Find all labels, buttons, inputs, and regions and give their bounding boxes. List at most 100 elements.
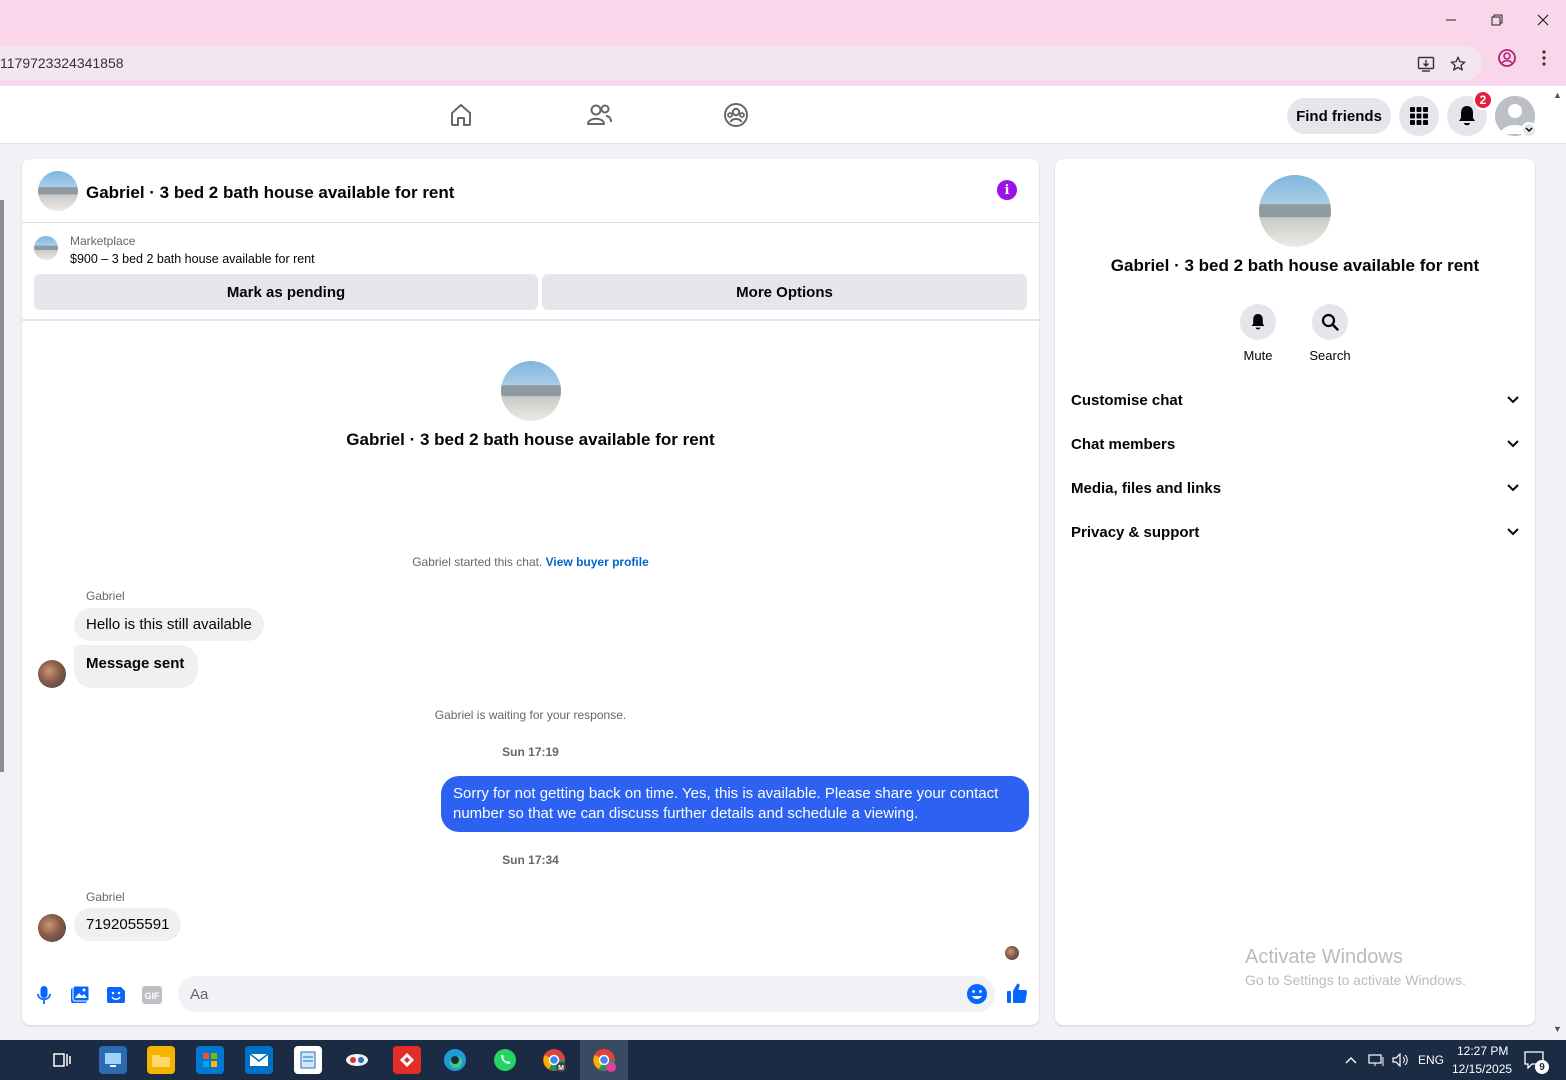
menu-grid-icon[interactable] bbox=[1399, 96, 1439, 136]
section-label: Customise chat bbox=[1071, 391, 1183, 409]
friends-icon[interactable] bbox=[584, 100, 614, 130]
address-bar[interactable]: 1179723324341858 bbox=[0, 46, 1482, 80]
incoming-message[interactable]: 7192055591 bbox=[74, 908, 182, 941]
emoji-icon[interactable] bbox=[966, 983, 988, 1005]
browser-toolbar: 1179723324341858 bbox=[0, 40, 1566, 86]
chevron-down-icon bbox=[1507, 396, 1519, 404]
snipping-tool-icon[interactable] bbox=[343, 1046, 371, 1074]
language-indicator[interactable]: ENG bbox=[1418, 1053, 1444, 1067]
install-app-icon[interactable] bbox=[1416, 54, 1436, 74]
section-privacy-support[interactable]: Privacy & support bbox=[1071, 510, 1519, 554]
chat-info-panel: Gabriel · 3 bed 2 bath house available f… bbox=[1055, 159, 1535, 1025]
left-scrollbar[interactable] bbox=[0, 200, 4, 772]
sender-name: Gabriel bbox=[86, 890, 125, 904]
chat-title[interactable]: Gabriel · 3 bed 2 bath house available f… bbox=[86, 183, 454, 203]
mark-as-pending-button[interactable]: Mark as pending bbox=[34, 274, 538, 310]
chat-thumbnail[interactable] bbox=[38, 171, 78, 211]
sticker-icon[interactable] bbox=[104, 983, 128, 1007]
conversation-title: Gabriel · 3 bed 2 bath house available f… bbox=[346, 430, 715, 449]
gif-icon[interactable]: GIF bbox=[140, 983, 164, 1007]
divider bbox=[22, 319, 1039, 321]
svg-text:GIF: GIF bbox=[145, 991, 161, 1001]
notification-count-badge: 2 bbox=[1473, 90, 1493, 110]
chevron-down-icon bbox=[1507, 528, 1519, 536]
chrome-active-icon[interactable] bbox=[590, 1046, 618, 1074]
show-hidden-icons-chevron-icon[interactable] bbox=[1341, 1046, 1361, 1074]
section-customise-chat[interactable]: Customise chat bbox=[1071, 378, 1519, 422]
microphone-icon[interactable] bbox=[32, 983, 56, 1007]
seen-indicator-avatar bbox=[1005, 946, 1019, 960]
groups-icon[interactable] bbox=[721, 100, 751, 130]
edge-icon[interactable] bbox=[441, 1046, 469, 1074]
activate-windows-subtitle: Go to Settings to activate Windows. bbox=[1245, 972, 1466, 988]
activate-windows-title: Activate Windows bbox=[1245, 946, 1403, 968]
message-input-wrapper bbox=[178, 976, 995, 1012]
info-icon[interactable]: i bbox=[997, 180, 1017, 200]
sender-name: Gabriel bbox=[86, 589, 125, 603]
minimize-icon[interactable] bbox=[1428, 0, 1474, 40]
sender-avatar[interactable] bbox=[38, 914, 66, 942]
facebook-top-nav: Find friends bbox=[0, 86, 1566, 144]
whatsapp-icon[interactable] bbox=[491, 1046, 519, 1074]
section-label: Media, files and links bbox=[1071, 479, 1222, 497]
sender-avatar[interactable] bbox=[38, 660, 66, 688]
scroll-down-arrow-icon[interactable]: ▼ bbox=[1553, 1024, 1562, 1034]
chevron-down-icon bbox=[1507, 440, 1519, 448]
computer-icon[interactable] bbox=[99, 1046, 127, 1074]
notepad-icon[interactable] bbox=[294, 1046, 322, 1074]
section-chat-members[interactable]: Chat members bbox=[1071, 422, 1519, 466]
bell-icon bbox=[1240, 304, 1276, 340]
mute-label: Mute bbox=[1243, 348, 1273, 363]
section-media-files-links[interactable]: Media, files and links bbox=[1071, 466, 1519, 510]
home-icon[interactable] bbox=[446, 100, 476, 130]
account-dropdown-chevron-icon[interactable] bbox=[1521, 122, 1537, 138]
chrome-profile-m-icon[interactable]: M bbox=[540, 1046, 568, 1074]
file-explorer-icon[interactable] bbox=[147, 1046, 175, 1074]
more-options-button[interactable]: More Options bbox=[542, 274, 1027, 310]
section-label: Chat members bbox=[1071, 435, 1176, 453]
store-icon[interactable] bbox=[196, 1046, 224, 1074]
message-input[interactable] bbox=[190, 976, 950, 1012]
svg-text:M: M bbox=[558, 1065, 564, 1072]
search-button[interactable]: Search bbox=[1300, 304, 1360, 363]
network-icon[interactable] bbox=[1366, 1046, 1388, 1074]
mute-button[interactable]: Mute bbox=[1228, 304, 1288, 363]
windows-taskbar: M ENG 12:27 PM 12/15/2025 9 bbox=[0, 1040, 1566, 1080]
restore-icon[interactable] bbox=[1474, 0, 1520, 40]
info-avatar[interactable] bbox=[1259, 175, 1331, 247]
incoming-message[interactable]: Message sent bbox=[74, 645, 199, 688]
mail-icon[interactable] bbox=[245, 1046, 273, 1074]
like-thumb-icon[interactable] bbox=[1005, 981, 1029, 1005]
outgoing-message[interactable]: Sorry for not getting back on time. Yes,… bbox=[441, 776, 1029, 832]
anydesk-icon[interactable] bbox=[393, 1046, 421, 1074]
timestamp: Sun 17:19 bbox=[502, 745, 559, 759]
clock-time[interactable]: 12:27 PM bbox=[1457, 1044, 1508, 1058]
listing-thumbnail[interactable] bbox=[34, 236, 58, 260]
view-buyer-profile-link[interactable]: View buyer profile bbox=[546, 555, 649, 569]
search-icon bbox=[1312, 304, 1348, 340]
profile-icon[interactable] bbox=[1497, 48, 1517, 68]
conversation-avatar bbox=[501, 361, 561, 421]
bookmark-star-icon[interactable] bbox=[1448, 54, 1468, 74]
message-composer: GIF bbox=[22, 969, 1039, 1025]
chevron-down-icon bbox=[1507, 484, 1519, 492]
clock-date[interactable]: 12/15/2025 bbox=[1452, 1062, 1512, 1076]
browser-menu-icon[interactable] bbox=[1534, 48, 1554, 68]
volume-icon[interactable] bbox=[1390, 1046, 1412, 1074]
incoming-message[interactable]: Hello is this still available bbox=[74, 608, 264, 641]
notification-count: 9 bbox=[1535, 1060, 1549, 1074]
close-icon[interactable] bbox=[1520, 0, 1566, 40]
listing-text[interactable]: $900 – 3 bed 2 bath house available for … bbox=[70, 252, 315, 266]
chat-started-text: Gabriel started this chat. bbox=[412, 555, 543, 569]
waiting-notice: Gabriel is waiting for your response. bbox=[434, 708, 627, 722]
chat-panel: Gabriel · 3 bed 2 bath house available f… bbox=[22, 159, 1039, 1025]
chat-started-notice: Gabriel started this chat. View buyer pr… bbox=[22, 555, 1039, 569]
url-text[interactable]: 1179723324341858 bbox=[0, 55, 124, 71]
scroll-up-arrow-icon[interactable]: ▲ bbox=[1553, 90, 1562, 100]
task-view-icon[interactable] bbox=[48, 1046, 76, 1074]
info-title: Gabriel · 3 bed 2 bath house available f… bbox=[1110, 256, 1480, 275]
timestamp: Sun 17:34 bbox=[502, 853, 559, 867]
find-friends-button[interactable]: Find friends bbox=[1287, 98, 1391, 134]
photo-icon[interactable] bbox=[68, 983, 92, 1007]
browser-titlebar bbox=[0, 0, 1566, 40]
